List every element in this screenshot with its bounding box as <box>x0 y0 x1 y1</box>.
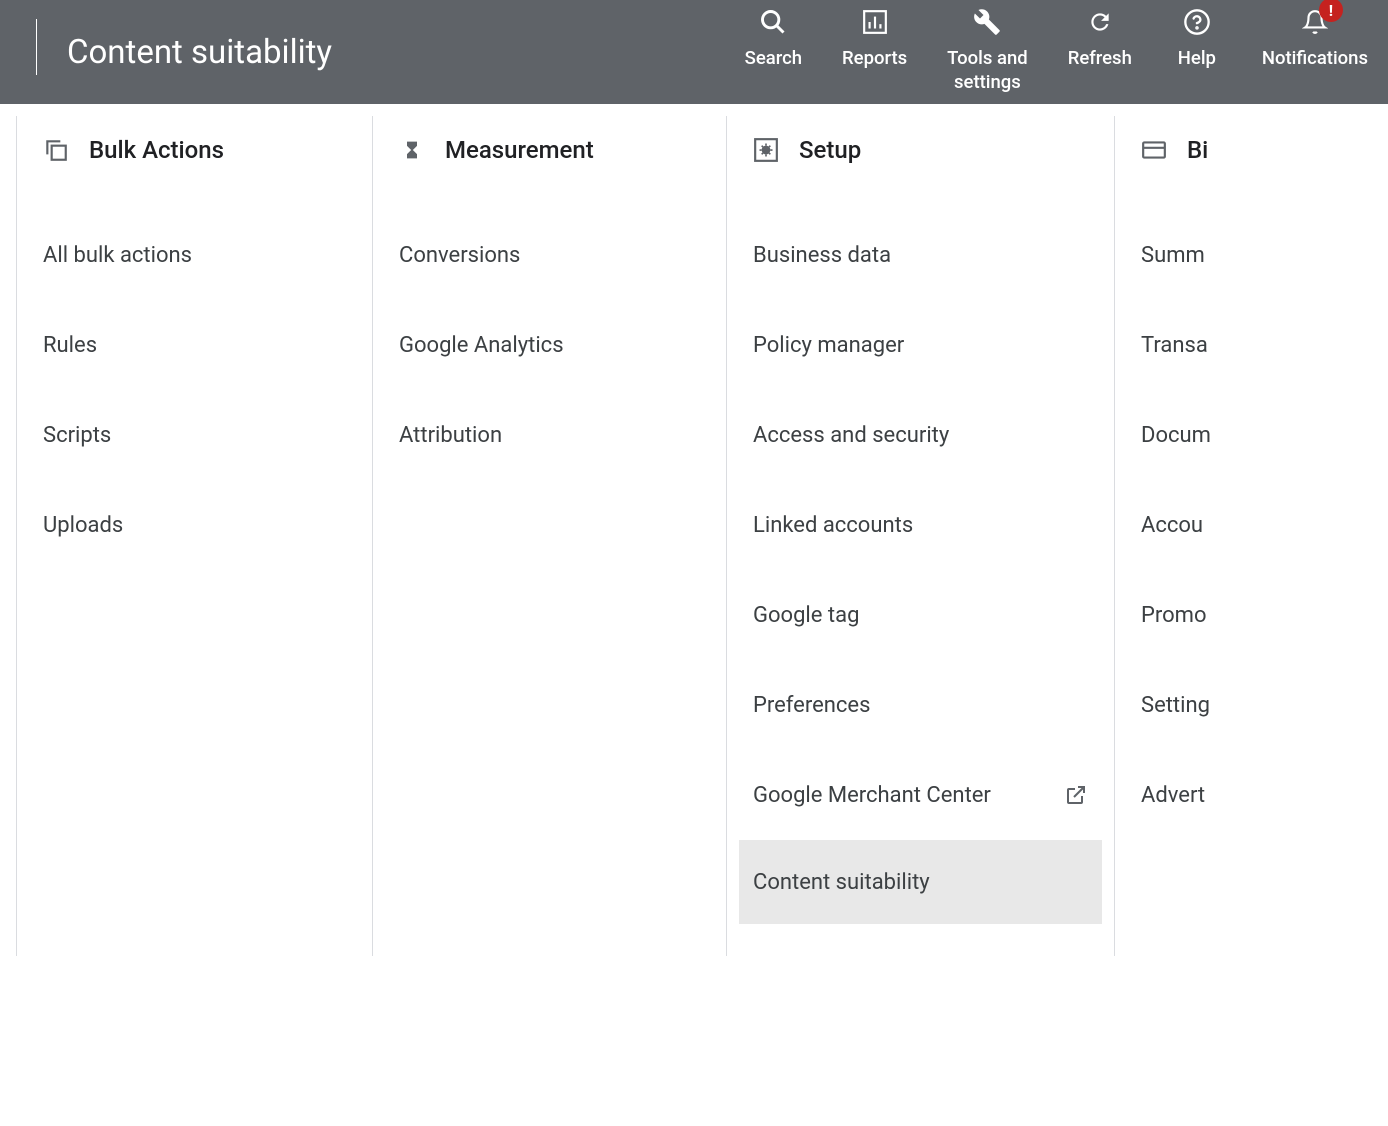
menu-item-promotions[interactable]: Promo <box>1115 570 1388 660</box>
menu-item-documents[interactable]: Docum <box>1115 390 1388 480</box>
refresh-button[interactable]: Refresh <box>1048 4 1152 70</box>
gear-icon <box>753 137 779 163</box>
header: Content suitability Search Reports <box>0 0 1388 104</box>
menu-item-google-analytics[interactable]: Google Analytics <box>373 300 726 390</box>
menu-item-account[interactable]: Accou <box>1115 480 1388 570</box>
wrench-icon <box>973 8 1001 36</box>
refresh-label: Refresh <box>1068 46 1132 70</box>
menu-item-access-security[interactable]: Access and security <box>727 390 1114 480</box>
page-title: Content suitability <box>67 33 725 72</box>
bell-icon: ! <box>1301 8 1329 36</box>
measurement-column: Measurement Conversions Google Analytics… <box>372 116 726 956</box>
measurement-header: Measurement <box>373 136 726 164</box>
help-button[interactable]: Help <box>1152 4 1242 70</box>
hourglass-icon <box>399 137 425 163</box>
bar-chart-icon <box>861 8 889 36</box>
help-icon <box>1183 8 1211 36</box>
billing-header: Bi <box>1115 136 1388 164</box>
billing-title: Bi <box>1187 136 1208 164</box>
menu-item-advertiser[interactable]: Advert <box>1115 750 1388 840</box>
menu-item-settings[interactable]: Setting <box>1115 660 1388 750</box>
setup-title: Setup <box>799 136 861 164</box>
bulk-actions-header: Bulk Actions <box>17 136 372 164</box>
search-button[interactable]: Search <box>725 4 822 70</box>
header-divider <box>36 19 37 75</box>
menu-item-content-suitability[interactable]: Content suitability <box>739 840 1102 924</box>
menu-item-rules[interactable]: Rules <box>17 300 372 390</box>
notifications-button[interactable]: ! Notifications <box>1242 4 1388 70</box>
refresh-icon <box>1086 8 1114 36</box>
reports-button[interactable]: Reports <box>822 4 927 70</box>
bulk-actions-column: Bulk Actions All bulk actions Rules Scri… <box>16 116 372 956</box>
menu-item-google-tag[interactable]: Google tag <box>727 570 1114 660</box>
external-link-icon <box>1064 783 1088 807</box>
setup-column: Setup Business data Policy manager Acces… <box>726 116 1114 956</box>
copy-icon <box>43 137 69 163</box>
help-label: Help <box>1178 46 1216 70</box>
billing-column: Bi Summ Transa Docum Accou Promo Setting… <box>1114 116 1388 956</box>
menu-item-conversions[interactable]: Conversions <box>373 210 726 300</box>
bulk-actions-title: Bulk Actions <box>89 136 224 164</box>
search-label: Search <box>745 46 802 70</box>
menu-item-policy-manager[interactable]: Policy manager <box>727 300 1114 390</box>
tools-settings-button[interactable]: Tools and settings <box>927 4 1048 94</box>
search-icon <box>759 8 787 36</box>
menu-item-summary[interactable]: Summ <box>1115 210 1388 300</box>
notification-badge: ! <box>1319 0 1343 22</box>
menu-item-attribution[interactable]: Attribution <box>373 390 726 480</box>
tools-settings-label: Tools and settings <box>947 46 1028 94</box>
tools-settings-menu: Bulk Actions All bulk actions Rules Scri… <box>0 104 1388 956</box>
menu-item-business-data[interactable]: Business data <box>727 210 1114 300</box>
menu-item-scripts[interactable]: Scripts <box>17 390 372 480</box>
menu-item-preferences[interactable]: Preferences <box>727 660 1114 750</box>
menu-item-all-bulk-actions[interactable]: All bulk actions <box>17 210 372 300</box>
setup-header: Setup <box>727 136 1114 164</box>
notifications-label: Notifications <box>1262 46 1368 70</box>
credit-card-icon <box>1141 137 1167 163</box>
measurement-title: Measurement <box>445 136 594 164</box>
menu-item-uploads[interactable]: Uploads <box>17 480 372 570</box>
menu-item-transactions[interactable]: Transa <box>1115 300 1388 390</box>
menu-item-linked-accounts[interactable]: Linked accounts <box>727 480 1114 570</box>
header-actions: Search Reports Tools and settings <box>725 0 1388 104</box>
menu-item-google-merchant-center[interactable]: Google Merchant Center <box>727 750 1114 840</box>
reports-label: Reports <box>842 46 907 70</box>
